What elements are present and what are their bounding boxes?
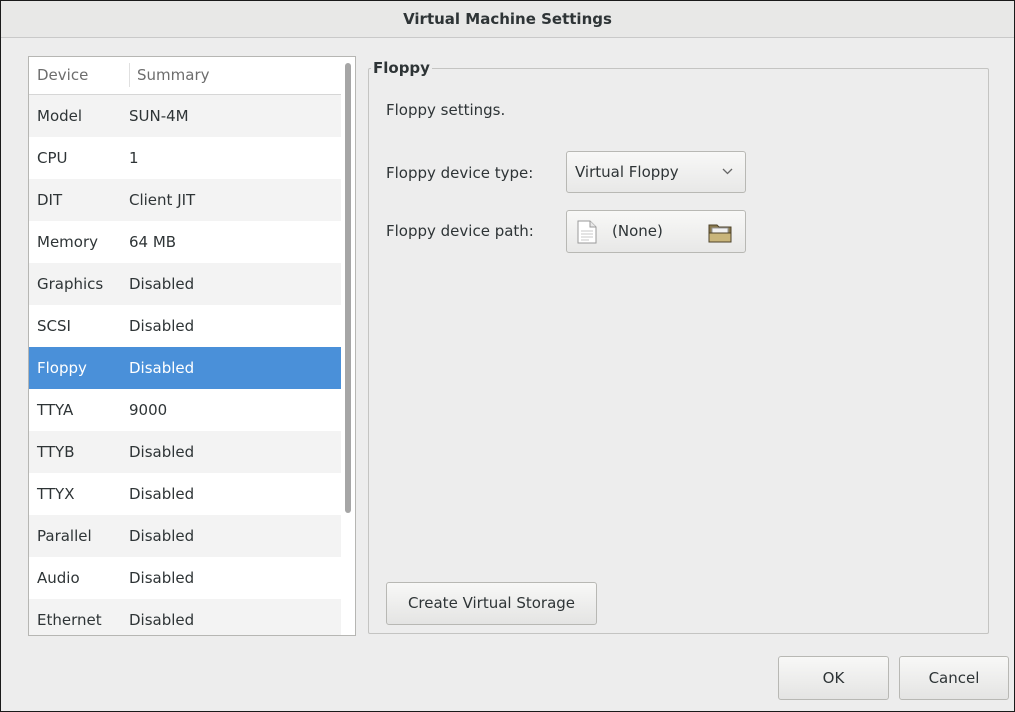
floppy-frame-title: Floppy xyxy=(371,59,432,77)
list-item-audio[interactable]: Audio Disabled xyxy=(29,557,341,599)
device-list[interactable]: Device Summary Model SUN-4M CPU 1 DIT Clien… xyxy=(28,56,356,636)
scrollbar-thumb[interactable] xyxy=(345,63,351,513)
list-item-parallel[interactable]: Parallel Disabled xyxy=(29,515,341,557)
device-summary: 1 xyxy=(129,149,139,167)
device-rows: Model SUN-4M CPU 1 DIT Client JIT Memory 64 … xyxy=(29,95,341,635)
device-name: Graphics xyxy=(37,275,104,293)
list-item-ttya[interactable]: TTYA 9000 xyxy=(29,389,341,431)
device-name: CPU xyxy=(37,149,68,167)
column-header-device[interactable]: Device xyxy=(37,57,88,94)
device-name: Floppy xyxy=(37,359,87,377)
window-title: Virtual Machine Settings xyxy=(1,1,1014,38)
device-summary: 9000 xyxy=(129,401,168,419)
device-name: Ethernet xyxy=(37,611,102,629)
list-item-memory[interactable]: Memory 64 MB xyxy=(29,221,341,263)
create-virtual-storage-button[interactable]: Create Virtual Storage xyxy=(386,582,597,625)
list-item-ttyx[interactable]: TTYX Disabled xyxy=(29,473,341,515)
device-name: TTYA xyxy=(37,401,74,419)
document-icon xyxy=(577,220,597,248)
chevron-down-icon xyxy=(722,152,733,192)
floppy-device-type-select[interactable]: Virtual Floppy xyxy=(566,151,746,193)
list-item-floppy[interactable]: Floppy Disabled xyxy=(29,347,341,389)
device-summary: Disabled xyxy=(129,611,195,629)
list-item-model[interactable]: Model SUN-4M xyxy=(29,95,341,137)
device-summary: Disabled xyxy=(129,569,195,587)
device-summary: 64 MB xyxy=(129,233,177,251)
device-summary: Disabled xyxy=(129,275,195,293)
floppy-device-type-label: Floppy device type: xyxy=(386,164,534,182)
list-item-cpu[interactable]: CPU 1 xyxy=(29,137,341,179)
floppy-device-path-value: (None) xyxy=(612,222,663,240)
floppy-device-path-label: Floppy device path: xyxy=(386,222,534,240)
cancel-button[interactable]: Cancel xyxy=(899,656,1009,700)
device-summary: SUN-4M xyxy=(129,107,189,125)
list-item-graphics[interactable]: Graphics Disabled xyxy=(29,263,341,305)
device-name: Parallel xyxy=(37,527,92,545)
device-summary: Disabled xyxy=(129,485,195,503)
floppy-device-path-chooser[interactable]: (None) xyxy=(566,210,746,253)
ok-button[interactable]: OK xyxy=(778,656,889,700)
list-item-ttyb[interactable]: TTYB Disabled xyxy=(29,431,341,473)
device-summary: Disabled xyxy=(129,443,195,461)
device-name: Model xyxy=(37,107,83,125)
device-summary: Disabled xyxy=(129,317,195,335)
device-list-header: Device Summary xyxy=(29,57,341,95)
column-header-summary[interactable]: Summary xyxy=(129,63,210,87)
device-list-scrollbar[interactable] xyxy=(341,57,355,635)
settings-window: Virtual Machine Settings Device Summary … xyxy=(0,0,1015,712)
list-item-scsi[interactable]: SCSI Disabled xyxy=(29,305,341,347)
floppy-device-type-value: Virtual Floppy xyxy=(575,163,679,181)
device-name: DIT xyxy=(37,191,63,209)
list-item-ethernet[interactable]: Ethernet Disabled xyxy=(29,599,341,635)
device-summary: Disabled xyxy=(129,359,195,377)
folder-icon xyxy=(708,221,732,247)
device-name: TTYB xyxy=(37,443,75,461)
device-name: SCSI xyxy=(37,317,71,335)
floppy-description: Floppy settings. xyxy=(386,101,506,119)
list-item-dit[interactable]: DIT Client JIT xyxy=(29,179,341,221)
device-summary: Disabled xyxy=(129,527,195,545)
device-name: TTYX xyxy=(37,485,75,503)
device-name: Audio xyxy=(37,569,80,587)
device-name: Memory xyxy=(37,233,99,251)
device-summary: Client JIT xyxy=(129,191,196,209)
